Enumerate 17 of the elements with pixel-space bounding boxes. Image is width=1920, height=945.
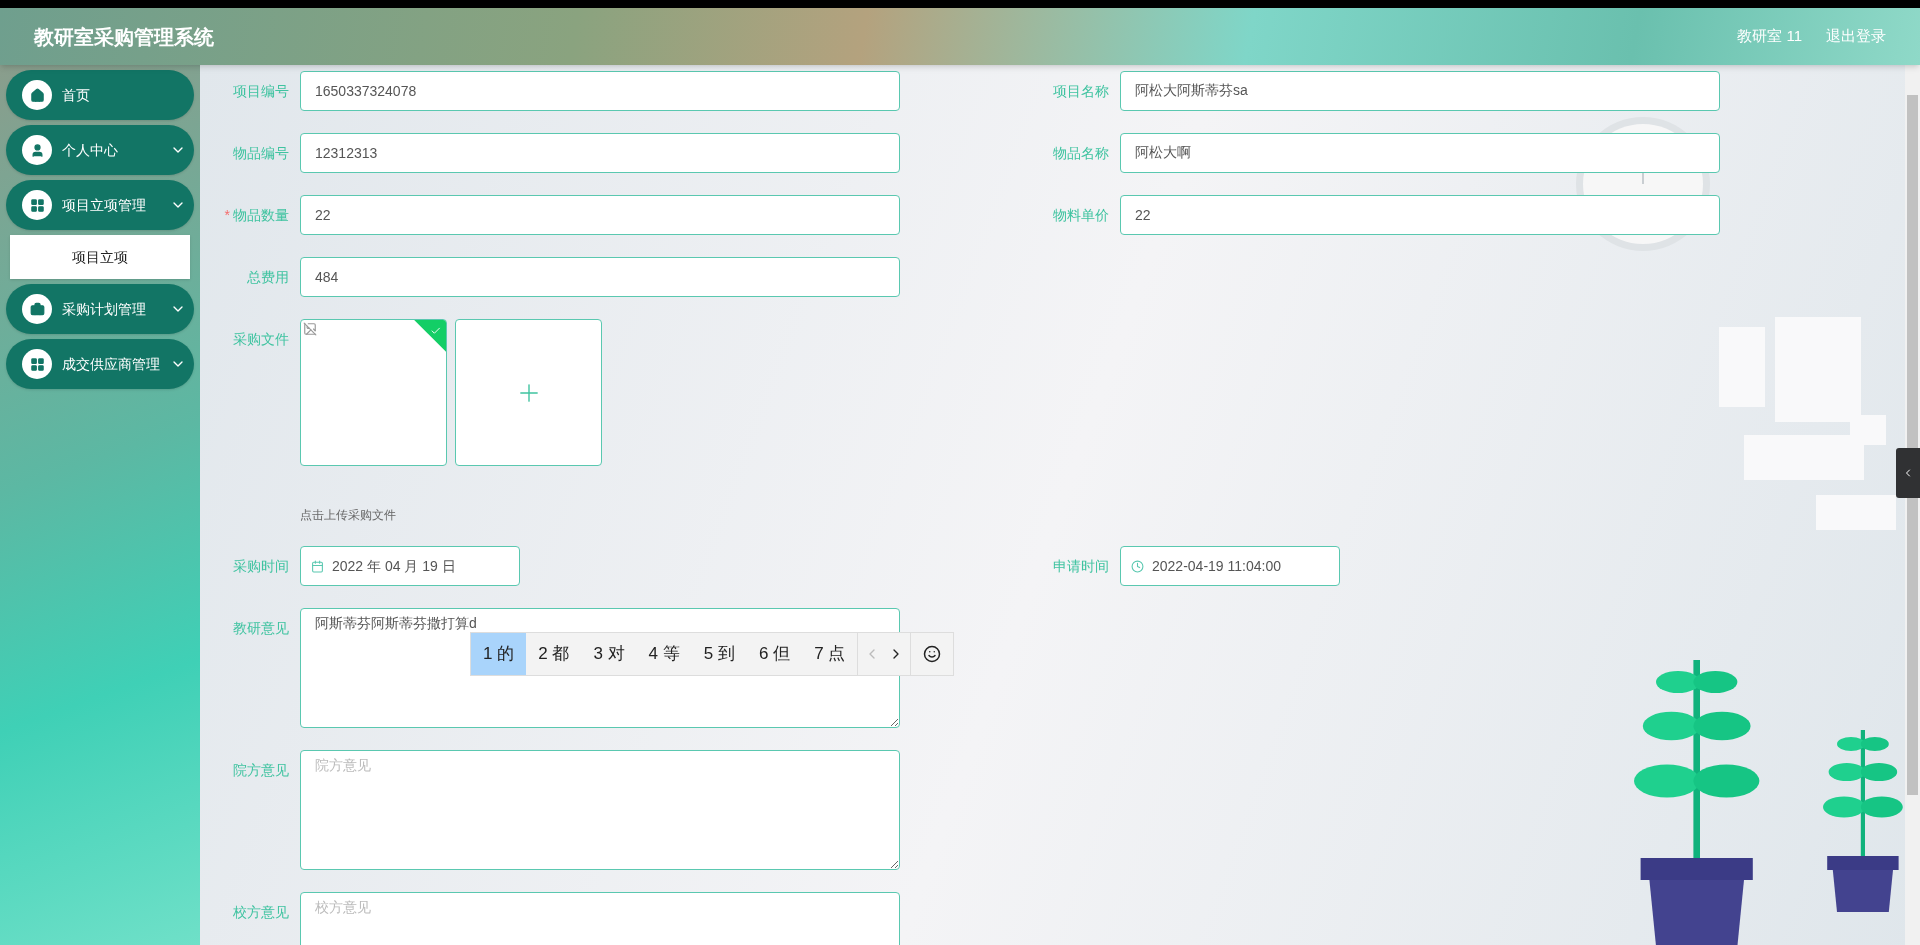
field-label: 项目名称 xyxy=(1053,83,1109,99)
field-label: 项目编号 xyxy=(233,83,289,99)
field-label: 物品名称 xyxy=(1053,145,1109,161)
field-label: 院方意见 xyxy=(233,762,289,778)
field-label: 校方意见 xyxy=(233,904,289,920)
field-label: 采购时间 xyxy=(233,558,289,574)
user-name: 教研室 11 xyxy=(1737,26,1802,47)
upload-hint: 点击上传采购文件 xyxy=(300,507,396,524)
field-label: 物料单价 xyxy=(1053,207,1109,223)
field-label: 物品编号 xyxy=(233,145,289,161)
required-mark: * xyxy=(224,207,230,223)
field-label: 教研意见 xyxy=(233,620,289,636)
field-label: 申请时间 xyxy=(1053,558,1109,574)
field-label: 总费用 xyxy=(247,269,289,285)
field-label: 采购文件 xyxy=(233,331,289,347)
app-title: 教研室采购管理系统 xyxy=(34,24,214,50)
field-label: 物品数量 xyxy=(233,207,289,223)
